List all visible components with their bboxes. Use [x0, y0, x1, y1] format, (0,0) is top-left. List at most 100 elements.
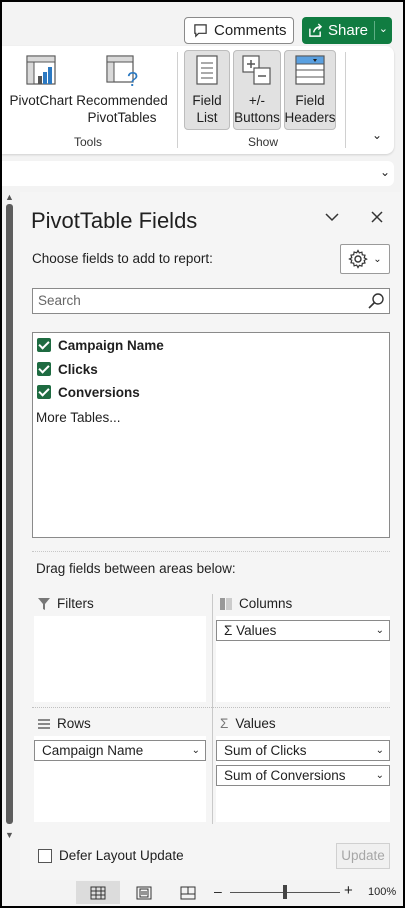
section-divider — [32, 551, 390, 552]
field-item-conversions[interactable]: Conversions — [37, 383, 140, 401]
columns-label: Columns — [239, 596, 293, 611]
close-icon[interactable] — [370, 210, 384, 224]
ribbon-collapse-icon[interactable]: ⌄ — [372, 128, 382, 142]
rows-icon — [38, 718, 50, 729]
zoom-out-icon[interactable]: – — [214, 883, 222, 899]
columns-values-pill[interactable]: Σ Values ⌄ — [216, 620, 390, 641]
filter-icon — [38, 597, 50, 610]
field-headers-icon — [295, 55, 325, 85]
page-layout-view-button[interactable] — [122, 881, 166, 904]
field-headers-label-1: Field — [295, 93, 325, 108]
chevron-down-icon[interactable]: ⌄ — [192, 741, 200, 760]
values-area-label: Σ Values — [220, 716, 276, 731]
checkbox-checked[interactable] — [37, 338, 51, 352]
chevron-down-icon: ⌄ — [373, 253, 382, 265]
vertical-scrollbar[interactable]: ▲ ▼ — [2, 192, 18, 852]
comment-icon — [194, 24, 207, 38]
field-list-button[interactable]: Field List — [184, 54, 230, 126]
field-label: Campaign Name — [58, 337, 164, 353]
recommended-pivottables-button[interactable]: ? Recommended PivotTables — [74, 54, 170, 126]
defer-layout-update[interactable]: Defer Layout Update — [38, 848, 184, 863]
values-sum-of-conversions-pill[interactable]: Sum of Conversions ⌄ — [216, 765, 390, 786]
buttons-label-1: +/- — [248, 93, 266, 108]
pivottable-fields-pane: PivotTable Fields Choose fields to add t… — [20, 192, 401, 880]
share-button[interactable]: Share ⌄ — [302, 17, 392, 44]
values-sum-of-clicks-pill[interactable]: Sum of Clicks ⌄ — [216, 740, 390, 761]
field-list: Campaign Name Clicks Conversions More Ta… — [32, 332, 390, 538]
recommended-pivottables-icon: ? — [106, 55, 138, 88]
field-list-label-2: List — [196, 110, 218, 125]
scroll-up-icon[interactable]: ▲ — [5, 192, 14, 202]
plus-minus-buttons-icon — [242, 55, 271, 85]
pane-options-chevron-icon[interactable] — [324, 210, 340, 224]
update-button[interactable]: Update — [336, 843, 390, 869]
tools-group-label: Tools — [74, 135, 103, 149]
sigma-icon: Σ — [224, 623, 233, 638]
share-icon — [309, 23, 323, 37]
chevron-down-icon[interactable]: ⌄ — [376, 766, 384, 785]
scroll-down-icon[interactable]: ▼ — [5, 830, 14, 840]
columns-area-label: Columns — [220, 596, 292, 611]
rows-drop-zone[interactable]: Campaign Name ⌄ — [34, 736, 206, 822]
title-bar: Comments Share ⌄ — [2, 2, 403, 46]
sigma-icon: Σ — [220, 716, 229, 731]
field-item-campaign-name[interactable]: Campaign Name — [37, 336, 164, 354]
recommended-label-2: PivotTables — [87, 110, 157, 125]
share-label: Share — [328, 22, 369, 39]
comments-button[interactable]: Comments — [184, 17, 294, 44]
checkbox-checked[interactable] — [37, 385, 51, 399]
ribbon: PivotChart ? Recommended PivotTables Too… — [2, 46, 394, 154]
pill-label: Campaign Name — [42, 743, 144, 758]
zoom-level[interactable]: 100% — [368, 886, 396, 898]
chevron-down-icon[interactable]: ⌄ — [376, 741, 384, 760]
plus-minus-buttons-button[interactable]: +/- Buttons — [233, 54, 281, 126]
more-tables-link[interactable]: More Tables... — [36, 410, 121, 425]
defer-checkbox[interactable] — [38, 848, 52, 863]
comments-label: Comments — [214, 22, 287, 39]
page-layout-icon — [136, 886, 152, 899]
values-label: Values — [235, 716, 276, 731]
buttons-label-2: Buttons — [234, 110, 280, 125]
pill-label: Sum of Clicks — [224, 743, 307, 758]
pivotchart-icon — [26, 55, 56, 85]
status-bar: – + 100% — [2, 880, 403, 906]
scrollbar-thumb[interactable] — [6, 204, 13, 824]
zoom-slider-thumb[interactable] — [283, 885, 287, 899]
pill-label: Sum of Conversions — [224, 768, 346, 783]
rows-area-label: Rows — [38, 716, 91, 731]
field-headers-label-2: Headers — [284, 110, 336, 125]
page-break-icon — [180, 886, 196, 899]
group-divider — [345, 52, 346, 148]
gear-icon — [348, 249, 369, 269]
choose-fields-label: Choose fields to add to report: — [32, 251, 213, 266]
page-break-view-button[interactable] — [166, 881, 210, 904]
expand-formula-bar-icon[interactable]: ⌄ — [380, 165, 390, 179]
filters-area-label: Filters — [38, 596, 94, 611]
zoom-in-icon[interactable]: + — [344, 882, 353, 899]
columns-icon — [220, 597, 232, 610]
rows-label: Rows — [57, 716, 91, 731]
search-placeholder: Search — [38, 293, 81, 308]
formula-bar[interactable]: ⌄ — [2, 161, 394, 186]
defer-label: Defer Layout Update — [59, 848, 184, 863]
pivotchart-button[interactable]: PivotChart — [8, 54, 74, 109]
svg-text:?: ? — [127, 69, 138, 88]
tools-gear-button[interactable]: ⌄ — [340, 244, 390, 274]
pane-title: PivotTable Fields — [31, 208, 198, 233]
share-separator — [374, 21, 375, 40]
field-headers-button[interactable]: Field Headers — [284, 54, 336, 126]
field-item-clicks[interactable]: Clicks — [37, 360, 98, 378]
filters-drop-zone[interactable] — [34, 616, 206, 702]
rows-campaign-name-pill[interactable]: Campaign Name ⌄ — [34, 740, 206, 761]
show-group-label: Show — [248, 135, 279, 149]
area-divider-vertical — [212, 594, 213, 824]
checkbox-checked[interactable] — [37, 362, 51, 376]
field-list-icon — [196, 55, 218, 85]
chevron-down-icon[interactable]: ⌄ — [376, 621, 384, 640]
search-icon[interactable] — [367, 292, 385, 310]
values-drop-zone[interactable]: Sum of Clicks ⌄ Sum of Conversions ⌄ — [216, 736, 390, 822]
columns-drop-zone[interactable]: Σ Values ⌄ — [216, 616, 390, 702]
chevron-down-icon[interactable]: ⌄ — [379, 22, 388, 35]
normal-view-button[interactable] — [76, 881, 120, 904]
search-input[interactable]: Search — [32, 288, 390, 314]
